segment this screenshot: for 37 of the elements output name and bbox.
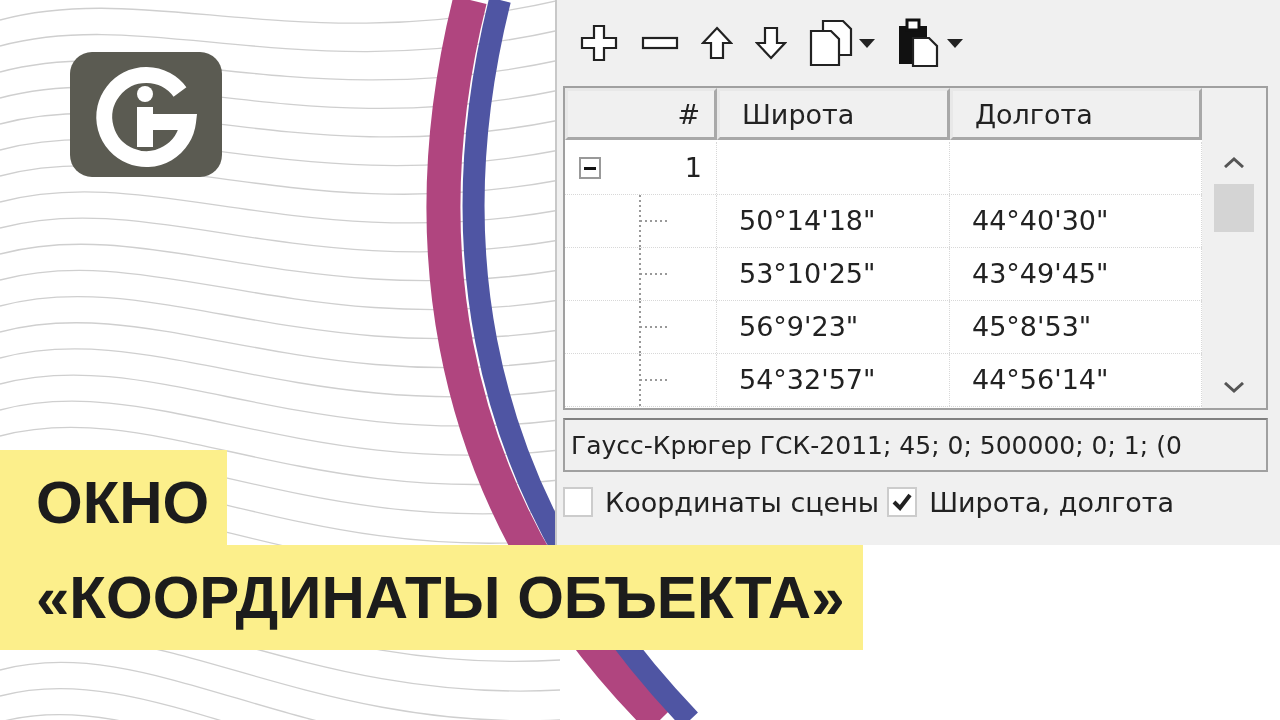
up-arrow-icon bbox=[701, 26, 733, 60]
vertical-scrollbar[interactable] bbox=[1202, 141, 1266, 408]
row-number: 1 bbox=[684, 152, 702, 183]
plus-icon bbox=[579, 23, 619, 63]
title-banner: «КООРДИНАТЫ ОБЪЕКТА» bbox=[0, 545, 863, 650]
table-cell: 56°9'23" bbox=[717, 300, 950, 353]
table-cell: 54°32'57" bbox=[717, 353, 950, 406]
paste-button[interactable] bbox=[897, 18, 963, 68]
tree-branch-line bbox=[639, 247, 669, 300]
move-down-button[interactable] bbox=[755, 26, 787, 60]
tree-branch-line bbox=[639, 300, 669, 353]
copy-icon bbox=[809, 19, 853, 67]
add-button[interactable] bbox=[579, 23, 619, 63]
logo-icon bbox=[70, 52, 222, 177]
scrollbar-thumb[interactable] bbox=[1214, 183, 1254, 232]
caret-icon bbox=[947, 38, 963, 48]
scroll-down-icon bbox=[1223, 382, 1245, 394]
tree-branch-line bbox=[639, 194, 669, 247]
clipboard-icon bbox=[897, 18, 941, 68]
coordinate-system-field[interactable]: Гаусс-Крюгер ГСК-2011; 45; 0; 500000; 0; 1; (0 bbox=[563, 418, 1268, 472]
collapse-toggle[interactable] bbox=[579, 156, 601, 179]
caret-icon bbox=[859, 38, 875, 48]
tree-branch-line bbox=[639, 353, 669, 406]
column-header[interactable]: Широта bbox=[717, 88, 950, 140]
checkbox[interactable] bbox=[887, 487, 918, 517]
down-arrow-icon bbox=[755, 26, 787, 60]
table-cell: 53°10'25" bbox=[717, 247, 950, 300]
move-up-button[interactable] bbox=[701, 26, 733, 60]
minus-icon bbox=[641, 36, 679, 50]
remove-button[interactable] bbox=[641, 36, 679, 50]
table-cell: 50°14'18" bbox=[717, 194, 950, 247]
column-header[interactable]: # bbox=[565, 88, 717, 140]
checkbox[interactable] bbox=[563, 487, 593, 517]
scroll-up-icon bbox=[1223, 155, 1245, 168]
checkmark-icon bbox=[892, 493, 913, 511]
copy-button[interactable] bbox=[809, 19, 875, 67]
column-header[interactable]: Долгота bbox=[950, 88, 1202, 140]
